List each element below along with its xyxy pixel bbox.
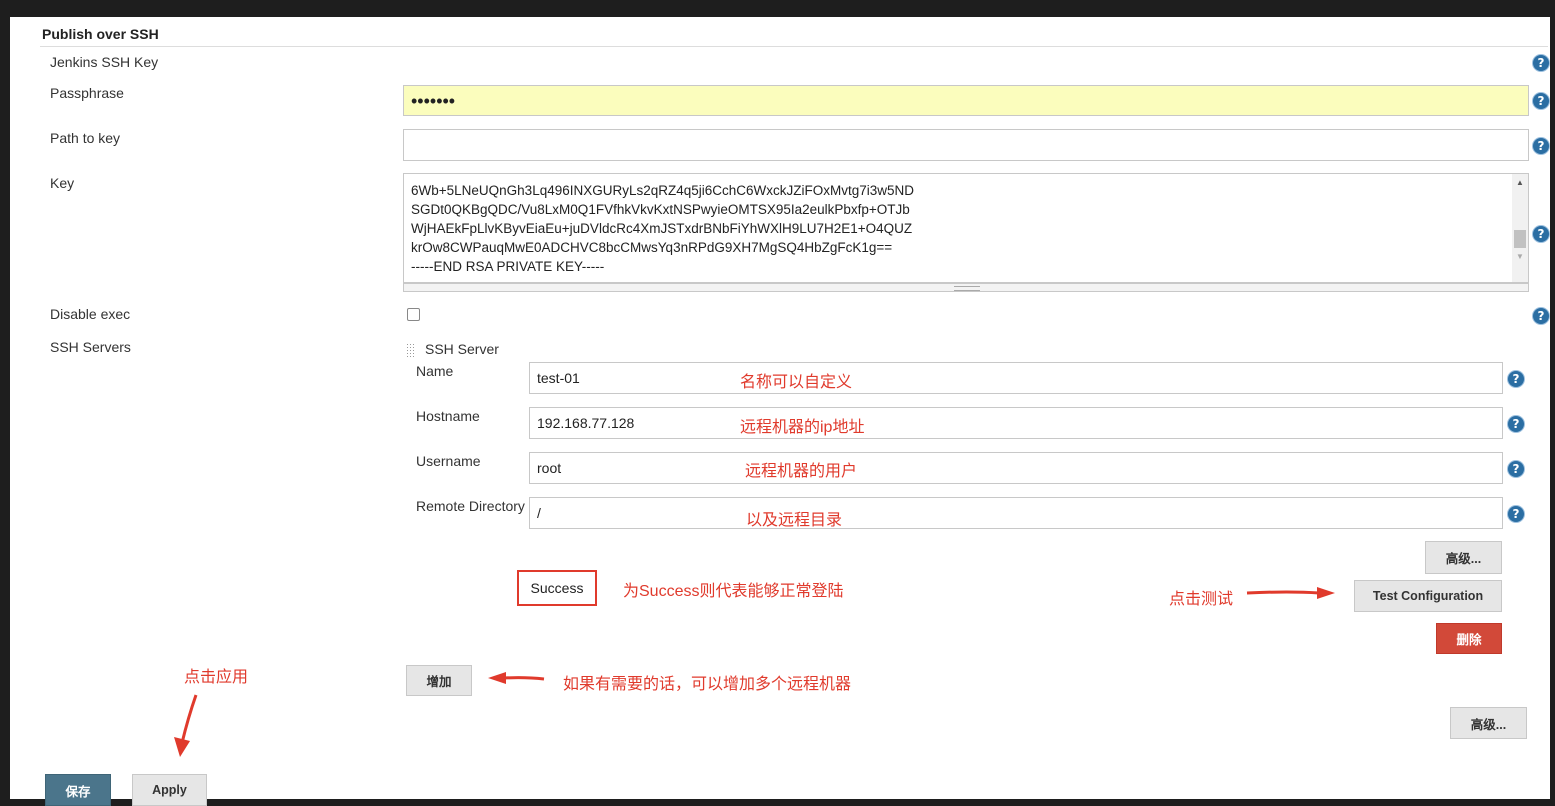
- passphrase-label: Passphrase: [50, 85, 124, 101]
- remote-directory-annotation: 以及远程目录: [746, 512, 843, 529]
- ssh-server-header: SSH Server: [425, 341, 499, 357]
- remote-directory-label: Remote Directory: [416, 498, 525, 514]
- page-content: Publish over SSH Jenkins SSH Key ? Passp…: [10, 17, 1550, 806]
- help-icon[interactable]: ?: [1508, 506, 1524, 522]
- drag-handle-icon[interactable]: [406, 343, 416, 357]
- name-annotation: 名称可以自定义: [740, 374, 853, 391]
- disable-exec-label: Disable exec: [50, 306, 131, 322]
- add-server-button[interactable]: 增加: [406, 665, 472, 696]
- help-icon[interactable]: ?: [1533, 55, 1549, 71]
- passphrase-input[interactable]: •••••••: [403, 85, 1529, 116]
- key-line: SGDt0QKBgQDC/Vu8LxM0Q1FVfhkVkvKxtNSPwyie…: [411, 202, 910, 217]
- save-button[interactable]: 保存: [45, 774, 111, 806]
- grip-icon: [954, 286, 980, 291]
- key-line: -----END RSA PRIVATE KEY-----: [411, 259, 605, 274]
- help-icon[interactable]: ?: [1508, 416, 1524, 432]
- delete-button[interactable]: 删除: [1436, 623, 1502, 654]
- scroll-up-icon[interactable]: ▲: [1516, 178, 1524, 187]
- server-name-input[interactable]: test-01: [529, 362, 1503, 394]
- hostname-input[interactable]: 192.168.77.128: [529, 407, 1503, 439]
- jenkins-ssh-key-label: Jenkins SSH Key: [50, 54, 159, 70]
- help-icon[interactable]: ?: [1533, 138, 1549, 154]
- apply-annotation: 点击应用: [184, 669, 249, 686]
- key-line: 6Wb+5LNeUQnGh3Lq496INXGURyLs2qRZ4q5ji6Cc…: [411, 183, 915, 198]
- remote-directory-value: /: [537, 505, 541, 521]
- arrow-down-icon: [174, 694, 198, 757]
- remote-directory-input[interactable]: /: [529, 497, 1503, 529]
- username-annotation: 远程机器的用户: [745, 463, 858, 480]
- arrow-right-icon: [1246, 587, 1335, 599]
- section-title: Publish over SSH: [42, 26, 159, 42]
- hostname-label: Hostname: [416, 408, 480, 424]
- section-divider: [40, 46, 1548, 47]
- server-name-value: test-01: [537, 370, 580, 386]
- test-annotation: 点击测试: [1169, 591, 1234, 608]
- username-value: root: [537, 460, 562, 476]
- apply-button[interactable]: Apply: [132, 774, 207, 806]
- username-input[interactable]: root: [529, 452, 1503, 484]
- test-configuration-button[interactable]: Test Configuration: [1354, 580, 1502, 612]
- help-icon[interactable]: ?: [1533, 308, 1549, 324]
- arrow-left-icon: [488, 672, 545, 684]
- path-to-key-input[interactable]: [403, 129, 1529, 161]
- key-scrollbar[interactable]: ▲ ▼: [1512, 174, 1528, 282]
- help-icon[interactable]: ?: [1508, 461, 1524, 477]
- username-label: Username: [416, 453, 481, 469]
- key-line: krOw8CWPauqMwE0ADCHVC8bcCMwsYq3nRPdG9XH7…: [411, 240, 893, 255]
- scroll-thumb[interactable]: [1514, 230, 1526, 248]
- hostname-value: 192.168.77.128: [537, 415, 635, 431]
- key-label: Key: [50, 175, 75, 191]
- key-line: WjHAEkFpLlvKByvEiaEu+juDVldcRc4XmJSTxdrB…: [411, 221, 913, 236]
- path-to-key-label: Path to key: [50, 130, 121, 146]
- success-annotation: 为Success则代表能够正常登陆: [623, 583, 844, 600]
- server-name-label: Name: [416, 363, 454, 379]
- textarea-resize-handle[interactable]: [403, 283, 1529, 292]
- key-textarea[interactable]: 6Wb+5LNeUQnGh3Lq496INXGURyLs2qRZ4q5ji6Cc…: [403, 173, 1529, 283]
- server-advanced-button[interactable]: 高级...: [1425, 541, 1502, 574]
- scroll-down-icon[interactable]: ▼: [1516, 252, 1524, 261]
- test-status-success: Success: [517, 570, 597, 606]
- add-annotation: 如果有需要的话，可以增加多个远程机器: [563, 676, 852, 693]
- disable-exec-checkbox[interactable]: [407, 308, 420, 321]
- help-icon[interactable]: ?: [1508, 371, 1524, 387]
- help-icon[interactable]: ?: [1533, 226, 1549, 242]
- passphrase-value: •••••••: [411, 90, 456, 111]
- help-icon[interactable]: ?: [1533, 93, 1549, 109]
- hostname-annotation: 远程机器的ip地址: [740, 419, 865, 436]
- ssh-servers-label: SSH Servers: [50, 339, 131, 355]
- advanced-button[interactable]: 高级...: [1450, 707, 1527, 739]
